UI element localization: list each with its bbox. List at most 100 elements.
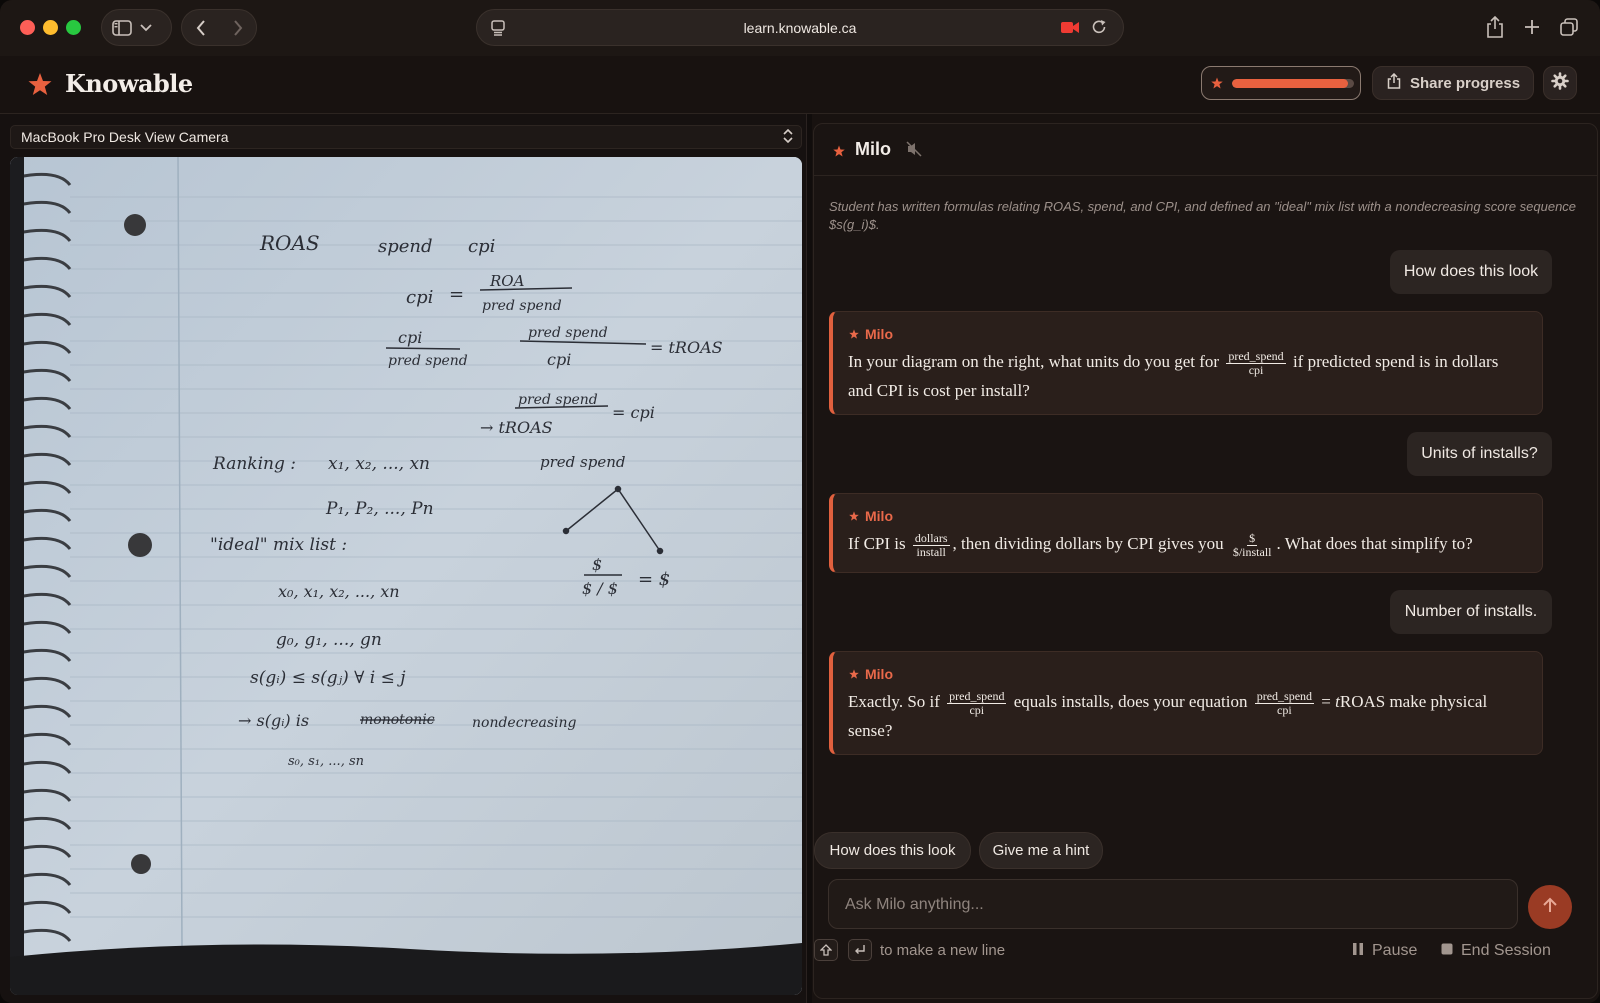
- reload-icon[interactable]: [1091, 19, 1107, 40]
- panel-divider[interactable]: [806, 114, 812, 1003]
- notebook-line: spend: [378, 236, 433, 257]
- milo-star-icon: [849, 669, 859, 679]
- fraction: $ $/install: [1231, 530, 1274, 559]
- milo-label-text: Milo: [865, 666, 893, 682]
- notebook-line: pred spend: [482, 298, 562, 314]
- sidebar-toggle-group[interactable]: [101, 9, 172, 46]
- tutor-name: Milo: [855, 139, 891, 159]
- notebook-line: pred spend: [388, 353, 468, 369]
- share-progress-button[interactable]: Share progress: [1372, 66, 1534, 100]
- fraction-numerator: pred_spend: [1254, 688, 1315, 704]
- notebook-line: s(gᵢ) ≤ s(gⱼ) ∀ i ≤ j: [250, 668, 406, 688]
- notebook-line: g₀, g₁, ..., gn: [276, 630, 382, 650]
- return-key-icon: [848, 939, 872, 961]
- minimize-window-button[interactable]: [43, 20, 58, 35]
- user-message: How does this look: [1390, 250, 1552, 294]
- progress-track: [1232, 79, 1354, 88]
- mute-icon[interactable]: [906, 141, 922, 162]
- notebook-line: =: [449, 284, 464, 305]
- address-bar[interactable]: learn.knowable.ca: [476, 9, 1124, 46]
- message-text: =: [1321, 692, 1336, 711]
- end-session-button[interactable]: End Session: [1441, 939, 1551, 963]
- user-message: Number of installs.: [1390, 590, 1552, 634]
- tab-overview-icon[interactable]: [1555, 13, 1583, 41]
- message-text: Exactly. So if: [848, 692, 940, 711]
- context-note: Student has written formulas relating RO…: [829, 199, 1577, 232]
- milo-message: Milo Exactly. So if pred_spend cpi equals…: [829, 651, 1543, 755]
- close-window-button[interactable]: [20, 20, 35, 35]
- notebook-line: pred spend: [540, 453, 625, 471]
- fraction-numerator: pred_spend: [1226, 348, 1286, 364]
- new-tab-icon[interactable]: [1518, 13, 1546, 41]
- chevron-down-icon[interactable]: [140, 23, 152, 32]
- message-text: In your diagram on the right, what units…: [848, 352, 1220, 371]
- camera-source-value: MacBook Pro Desk View Camera: [21, 129, 229, 145]
- ask-input[interactable]: Ask Milo anything...: [828, 879, 1518, 929]
- session-progress[interactable]: [1201, 66, 1361, 100]
- url-text[interactable]: learn.knowable.ca: [477, 20, 1123, 36]
- notebook-line: ROA: [489, 272, 525, 290]
- logo-star-icon: [28, 72, 52, 101]
- notebook-line: nondecreasing: [472, 715, 577, 731]
- notebook-line: pred spend: [528, 325, 608, 341]
- settings-button[interactable]: [1543, 66, 1577, 100]
- fraction: pred_spend cpi: [1254, 688, 1315, 717]
- suggestion-chip[interactable]: How does this look: [814, 832, 971, 869]
- sidebar-icon[interactable]: [112, 19, 132, 36]
- notebook-line: → s(gᵢ) is: [238, 711, 309, 730]
- tutor-panel: Milo Student has written formulas relati…: [813, 123, 1598, 999]
- navigation-group: [181, 9, 257, 46]
- milo-star-icon: [849, 329, 859, 339]
- end-session-label: End Session: [1461, 942, 1551, 959]
- suggestion-chip[interactable]: Give me a hint: [979, 832, 1103, 869]
- notebook-line: ROAS: [259, 231, 320, 255]
- pause-label: Pause: [1372, 942, 1418, 959]
- notebook-line: = $: [638, 569, 670, 590]
- fraction-numerator: pred_spend: [947, 688, 1007, 704]
- notebook-line: = tROAS: [650, 338, 723, 357]
- milo-message-body: Exactly. So if pred_spend cpi equals inst…: [848, 688, 1522, 744]
- fraction-numerator: dollars: [912, 530, 950, 546]
- milo-message: Milo If CPI is dollars install, then divi…: [829, 493, 1543, 573]
- message-text: equals installs, does your equation: [1013, 692, 1248, 711]
- pause-icon: [1352, 942, 1364, 961]
- newline-hint: to make a new line: [880, 942, 1006, 959]
- notebook-line: cpi: [468, 236, 495, 257]
- back-button[interactable]: [196, 19, 206, 36]
- notebook-line: s₀, s₁, ..., sn: [288, 754, 364, 769]
- notebook-line: monotonic: [360, 712, 435, 728]
- pause-button[interactable]: Pause: [1352, 939, 1417, 963]
- notebook-line: P₁, P₂, ..., Pn: [325, 499, 434, 519]
- share-icon: [1387, 72, 1401, 93]
- notebook-line: pred spend: [518, 392, 598, 408]
- fraction: dollars install: [912, 530, 950, 559]
- tutor-header: Milo: [814, 124, 1597, 176]
- notebook-line: cpi: [398, 328, 422, 347]
- forward-button[interactable]: [233, 19, 243, 36]
- fraction-numerator: $: [1247, 530, 1258, 546]
- brand-name[interactable]: Knowable: [65, 69, 193, 98]
- milo-message-body: If CPI is dollars install, then dividing …: [848, 530, 1522, 559]
- stop-icon: [1441, 942, 1453, 960]
- zoom-window-button[interactable]: [66, 20, 81, 35]
- notebook-line: x₀, x₁, x₂, ..., xn: [278, 582, 400, 601]
- fraction: pred_spend cpi: [1226, 348, 1286, 377]
- milo-label: Milo: [849, 666, 893, 682]
- camera-source-select[interactable]: MacBook Pro Desk View Camera: [10, 125, 802, 149]
- notebook-line: $ / $: [582, 579, 618, 598]
- send-button[interactable]: [1528, 885, 1572, 929]
- fraction-denominator: install: [916, 544, 946, 559]
- camera-active-icon[interactable]: [1061, 21, 1079, 39]
- message-text: . What does that simplify to?: [1276, 534, 1473, 553]
- arrow-up-icon: [1543, 897, 1557, 918]
- notebook-line: → tROAS: [480, 418, 553, 437]
- fraction-denominator: cpi: [969, 702, 985, 717]
- browser-toolbar: learn.knowable.ca: [0, 0, 1600, 56]
- milo-label-text: Milo: [865, 326, 893, 342]
- fraction-denominator: cpi: [1277, 702, 1292, 717]
- app-header: Knowable Share progress: [0, 56, 1600, 114]
- notebook-line: x₁, x₂, ..., xn: [328, 454, 430, 474]
- milo-label: Milo: [849, 326, 893, 342]
- share-icon[interactable]: [1481, 13, 1509, 41]
- browser-window: learn.knowable.ca Knowable Share progres…: [0, 0, 1600, 1003]
